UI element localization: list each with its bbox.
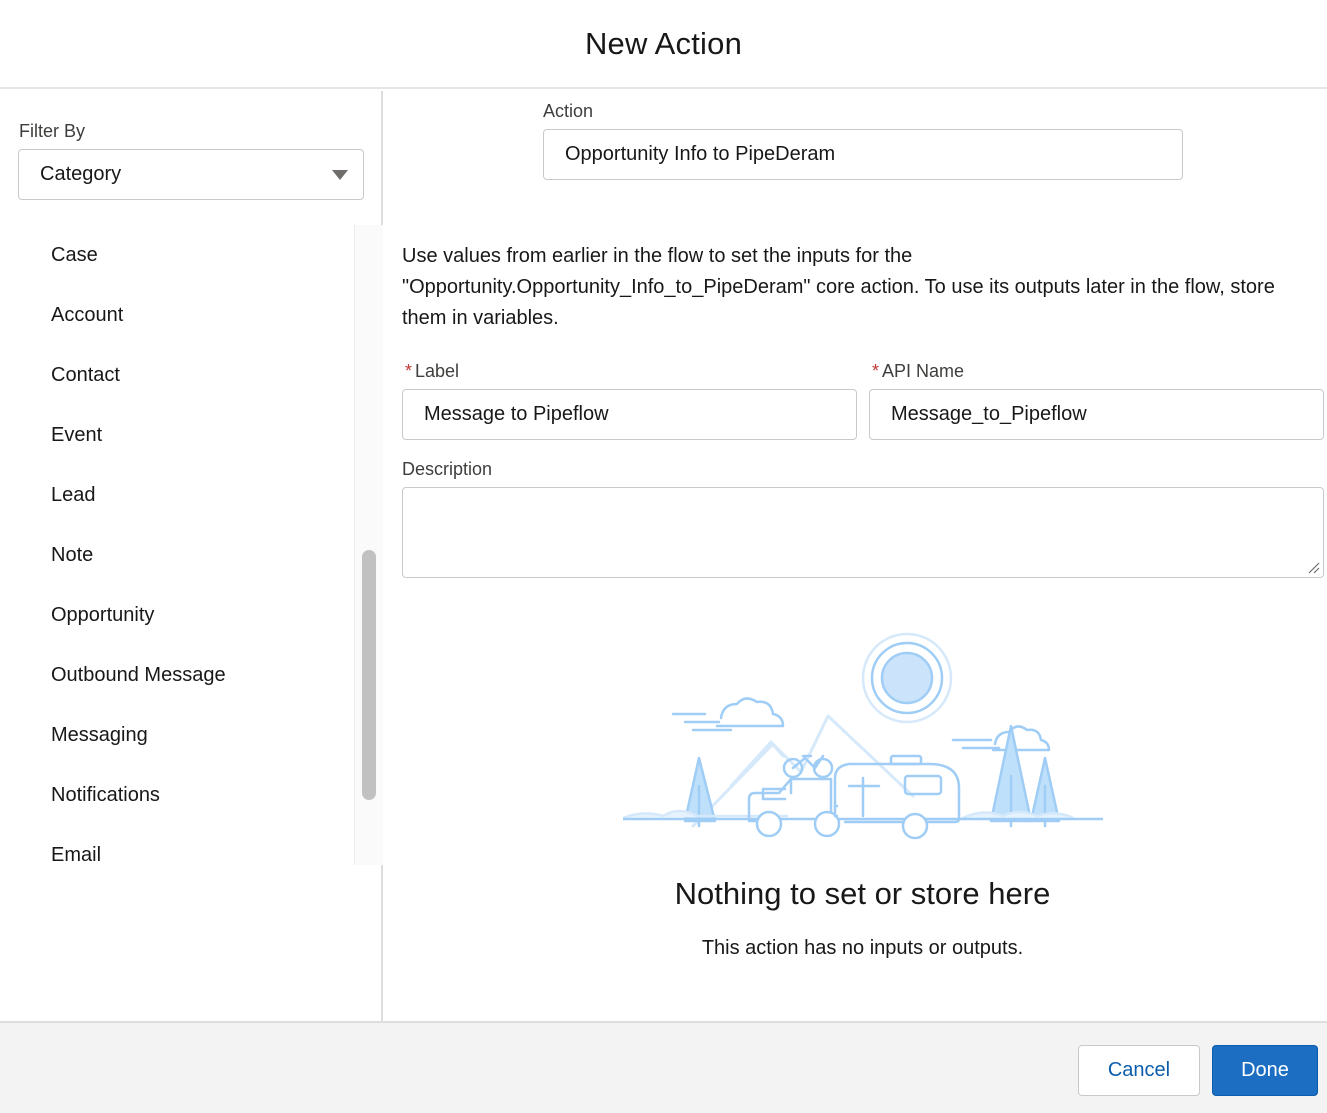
api-name-input-value: Message_to_Pipeflow bbox=[891, 403, 1087, 425]
category-item-lead[interactable]: Lead bbox=[0, 465, 354, 525]
category-item-email[interactable]: Email bbox=[0, 825, 354, 866]
category-item-account[interactable]: Account bbox=[0, 285, 354, 345]
modal-header: New Action bbox=[0, 0, 1327, 89]
category-item-messaging[interactable]: Messaging bbox=[0, 705, 354, 765]
description-textarea[interactable] bbox=[402, 487, 1324, 578]
api-name-field-label: * API Name bbox=[872, 361, 965, 381]
scrollbar-thumb[interactable] bbox=[362, 550, 376, 800]
cancel-button[interactable]: Cancel bbox=[1078, 1045, 1200, 1096]
required-marker: * bbox=[405, 361, 413, 381]
camping-illustration bbox=[623, 632, 1103, 840]
category-item-outbound-message[interactable]: Outbound Message bbox=[0, 645, 354, 705]
category-list: Case Account Contact Event Lead Note Opp… bbox=[0, 225, 354, 866]
done-button[interactable]: Done bbox=[1212, 1045, 1318, 1096]
action-config-panel: Action Opportunity Info to PipeDeram Use… bbox=[385, 91, 1327, 1021]
action-input-value: Opportunity Info to PipeDeram bbox=[565, 143, 836, 165]
api-name-input[interactable]: Message_to_Pipeflow bbox=[869, 389, 1324, 440]
category-item-note[interactable]: Note bbox=[0, 525, 354, 585]
label-input[interactable]: Message to Pipeflow bbox=[402, 389, 857, 440]
filter-by-value: Category bbox=[40, 163, 122, 185]
modal-footer: Cancel Done bbox=[0, 1021, 1327, 1113]
cloud-icon bbox=[715, 697, 785, 728]
car-icon bbox=[747, 754, 841, 838]
category-item-opportunity[interactable]: Opportunity bbox=[0, 585, 354, 645]
modal-title: New Action bbox=[584, 25, 743, 61]
category-scrollbar[interactable] bbox=[354, 225, 383, 865]
sidebar: Filter By Category Case Account Contact … bbox=[0, 91, 383, 1021]
label-field-label: * Label bbox=[405, 361, 460, 381]
empty-state-title: Nothing to set or store here bbox=[674, 876, 1051, 911]
resize-grip-icon[interactable] bbox=[1308, 562, 1320, 574]
category-item-event[interactable]: Event bbox=[0, 405, 354, 465]
empty-state-subtitle: This action has no inputs or outputs. bbox=[701, 937, 1024, 959]
action-info-text: Use values from earlier in the flow to s… bbox=[402, 245, 1275, 329]
cloud-icon bbox=[991, 725, 1051, 752]
caret-down-icon bbox=[332, 170, 348, 180]
required-marker: * bbox=[872, 361, 880, 381]
filter-by-label: Filter By bbox=[19, 121, 86, 141]
label-input-value: Message to Pipeflow bbox=[424, 403, 609, 425]
category-item-contact[interactable]: Contact bbox=[0, 345, 354, 405]
filter-by-select[interactable]: Category bbox=[18, 149, 364, 200]
trailer-icon bbox=[833, 754, 961, 840]
action-input[interactable]: Opportunity Info to PipeDeram bbox=[543, 129, 1183, 180]
category-item-case[interactable]: Case bbox=[0, 225, 354, 285]
action-label: Action bbox=[543, 101, 594, 121]
category-item-notifications[interactable]: Notifications bbox=[0, 765, 354, 825]
description-label: Description bbox=[402, 459, 493, 479]
